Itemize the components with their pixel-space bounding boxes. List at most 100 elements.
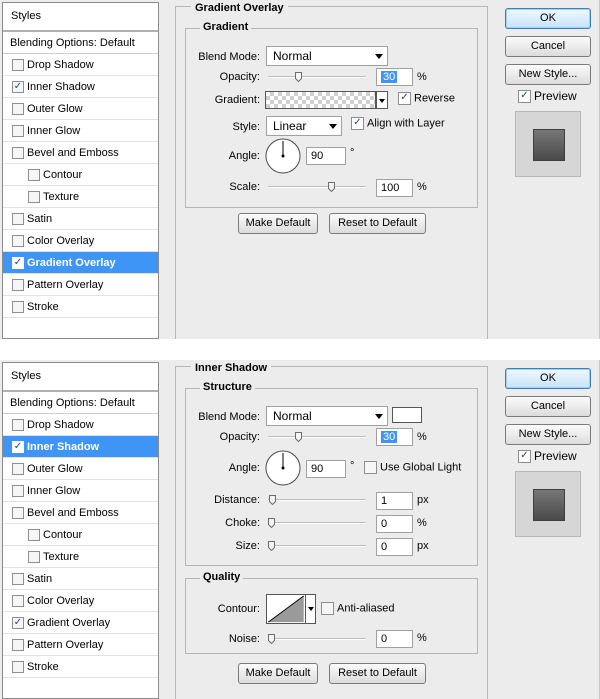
reset-to-default-button[interactable]: Reset to Default	[329, 663, 426, 684]
styles-header[interactable]: Styles	[3, 363, 158, 392]
preview-checkbox[interactable]: ✓	[518, 450, 531, 464]
slider-thumb-icon[interactable]	[295, 432, 302, 442]
texture-checkbox[interactable]	[28, 191, 40, 203]
color-overlay-checkbox[interactable]	[12, 235, 24, 247]
shadow-color-swatch[interactable]	[392, 407, 422, 423]
style-item-stroke[interactable]: Stroke	[3, 656, 158, 678]
outer-glow-checkbox[interactable]	[12, 103, 24, 115]
choke-slider[interactable]	[268, 518, 366, 528]
opacity-input[interactable]: 30	[376, 68, 413, 86]
satin-checkbox[interactable]	[12, 213, 24, 225]
style-item-drop-shadow[interactable]: Drop Shadow	[3, 414, 158, 436]
slider-thumb-icon[interactable]	[268, 518, 275, 528]
reset-to-default-button[interactable]: Reset to Default	[329, 213, 426, 234]
cancel-button[interactable]: Cancel	[505, 36, 591, 57]
scale-slider[interactable]	[268, 182, 366, 192]
opacity-slider[interactable]	[268, 72, 366, 82]
bevel-emboss-checkbox[interactable]	[12, 507, 24, 519]
style-item-texture[interactable]: Texture	[3, 186, 158, 208]
style-item-pattern-overlay[interactable]: Pattern Overlay	[3, 634, 158, 656]
inner-shadow-checkbox[interactable]: ✓	[12, 441, 24, 453]
style-item-gradient-overlay[interactable]: ✓ Gradient Overlay	[3, 252, 158, 274]
slider-thumb-icon[interactable]	[268, 634, 275, 644]
stroke-checkbox[interactable]	[12, 661, 24, 673]
slider-thumb-icon[interactable]	[269, 495, 276, 505]
pattern-overlay-checkbox[interactable]	[12, 279, 24, 291]
texture-checkbox[interactable]	[28, 551, 40, 563]
distance-slider[interactable]	[268, 495, 366, 505]
noise-slider[interactable]	[268, 634, 366, 644]
inner-glow-checkbox[interactable]	[12, 485, 24, 497]
preview-checkbox[interactable]: ✓	[518, 90, 531, 104]
gradient-overlay-checkbox[interactable]: ✓	[12, 257, 24, 269]
style-item-satin[interactable]: Satin	[3, 208, 158, 230]
opacity-slider[interactable]	[268, 432, 366, 442]
noise-input[interactable]: 0	[376, 630, 413, 648]
drop-shadow-checkbox[interactable]	[12, 419, 24, 431]
blending-options-item[interactable]: Blending Options: Default	[3, 392, 158, 414]
style-select[interactable]: Linear	[266, 116, 342, 136]
style-item-bevel-emboss[interactable]: Bevel and Emboss	[3, 502, 158, 524]
contour-preview-icon[interactable]	[266, 594, 306, 624]
size-slider[interactable]	[268, 541, 366, 551]
contour-checkbox[interactable]	[28, 169, 40, 181]
angle-input[interactable]: 90	[306, 147, 346, 165]
reverse-checkbox[interactable]: ✓	[398, 92, 411, 105]
contour-picker-button[interactable]	[306, 594, 316, 624]
style-item-outer-glow[interactable]: Outer Glow	[3, 458, 158, 480]
style-item-color-overlay[interactable]: Color Overlay	[3, 230, 158, 252]
blend-mode-select[interactable]: Normal	[266, 406, 388, 426]
style-item-satin[interactable]: Satin	[3, 568, 158, 590]
blend-mode-select[interactable]: Normal	[266, 46, 388, 66]
reverse-row[interactable]: ✓ Reverse	[398, 92, 455, 105]
slider-thumb-icon[interactable]	[295, 72, 302, 82]
color-overlay-checkbox[interactable]	[12, 595, 24, 607]
style-item-stroke[interactable]: Stroke	[3, 296, 158, 318]
style-item-inner-glow[interactable]: Inner Glow	[3, 480, 158, 502]
style-item-outer-glow[interactable]: Outer Glow	[3, 98, 158, 120]
gradient-swatch[interactable]	[265, 91, 376, 109]
contour-checkbox[interactable]	[28, 529, 40, 541]
slider-thumb-icon[interactable]	[268, 541, 275, 551]
drop-shadow-checkbox[interactable]	[12, 59, 24, 71]
blending-options-item[interactable]: Blending Options: Default	[3, 32, 158, 54]
inner-shadow-checkbox[interactable]: ✓	[12, 81, 24, 93]
new-style-button[interactable]: New Style...	[505, 424, 591, 445]
style-item-inner-glow[interactable]: Inner Glow	[3, 120, 158, 142]
angle-dial-icon[interactable]	[265, 450, 301, 486]
style-item-inner-shadow[interactable]: ✓ Inner Shadow	[3, 76, 158, 98]
style-item-contour[interactable]: Contour	[3, 164, 158, 186]
opacity-input[interactable]: 30	[376, 428, 413, 446]
style-item-texture[interactable]: Texture	[3, 546, 158, 568]
anti-aliased-checkbox[interactable]	[321, 602, 334, 615]
style-item-inner-shadow[interactable]: ✓ Inner Shadow	[3, 436, 158, 458]
use-global-light-checkbox[interactable]	[364, 461, 377, 474]
ok-button[interactable]: OK	[505, 368, 591, 389]
preview-row[interactable]: ✓ Preview	[518, 89, 577, 104]
make-default-button[interactable]: Make Default	[238, 213, 318, 234]
angle-input[interactable]: 90	[306, 460, 346, 478]
anti-aliased-row[interactable]: Anti-aliased	[321, 602, 394, 615]
gradient-picker-button[interactable]	[376, 91, 388, 109]
size-input[interactable]: 0	[376, 538, 413, 556]
align-with-layer-checkbox[interactable]: ✓	[351, 117, 364, 130]
outer-glow-checkbox[interactable]	[12, 463, 24, 475]
use-global-light-row[interactable]: Use Global Light	[364, 461, 461, 474]
style-item-contour[interactable]: Contour	[3, 524, 158, 546]
stroke-checkbox[interactable]	[12, 301, 24, 313]
preview-row[interactable]: ✓ Preview	[518, 449, 577, 464]
choke-input[interactable]: 0	[376, 515, 413, 533]
angle-dial-icon[interactable]	[265, 138, 301, 174]
styles-header[interactable]: Styles	[3, 3, 158, 32]
style-item-color-overlay[interactable]: Color Overlay	[3, 590, 158, 612]
distance-input[interactable]: 1	[376, 492, 413, 510]
bevel-emboss-checkbox[interactable]	[12, 147, 24, 159]
new-style-button[interactable]: New Style...	[505, 64, 591, 85]
style-item-gradient-overlay[interactable]: ✓ Gradient Overlay	[3, 612, 158, 634]
inner-glow-checkbox[interactable]	[12, 125, 24, 137]
pattern-overlay-checkbox[interactable]	[12, 639, 24, 651]
style-item-drop-shadow[interactable]: Drop Shadow	[3, 54, 158, 76]
align-with-layer-row[interactable]: ✓ Align with Layer	[351, 117, 445, 130]
style-item-pattern-overlay[interactable]: Pattern Overlay	[3, 274, 158, 296]
ok-button[interactable]: OK	[505, 8, 591, 29]
